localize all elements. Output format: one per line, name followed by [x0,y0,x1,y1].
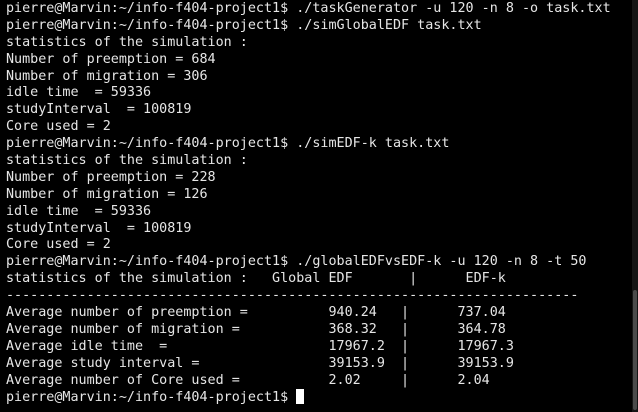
terminal-line: Number of preemption = 684 [6,51,216,67]
terminal-line: Core used = 2 [6,237,111,253]
terminal-line: Number of migration = 306 [6,68,208,84]
terminal-line: Number of migration = 126 [6,186,208,202]
terminal-line: studyInterval = 100819 [6,220,192,236]
terminal-line: idle time = 59336 [6,203,152,219]
terminal-line: Average number of Core used = 2.02 | 2.0… [6,372,490,388]
terminal-line: Average number of preemption = 940.24 | … [6,305,506,321]
terminal-line: Average number of migration = 368.32 | 3… [6,321,506,337]
terminal-line: statistics of the simulation : [6,34,248,50]
terminal-line: studyInterval = 100819 [6,102,192,118]
terminal-line: Core used = 2 [6,119,111,135]
text-cursor [296,389,305,405]
terminal-separator: ----------------------------------------… [6,288,579,304]
scrollbar-thumb[interactable] [633,290,637,410]
terminal-line: pierre@Marvin:~/info-f404-project1$ ./si… [6,17,482,33]
terminal-line: idle time = 59336 [6,85,152,101]
terminal-line: Average study interval = 39153.9 | 39153… [6,355,514,371]
terminal-line: pierre@Marvin:~/info-f404-project1$ ./si… [6,136,450,152]
terminal-window[interactable]: pierre@Marvin:~/info-f404-project1$ ./ta… [0,0,632,412]
terminal-line: Average idle time = 17967.2 | 17967.3 [6,338,514,354]
terminal-line: statistics of the simulation : Global ED… [6,271,506,287]
scrollbar[interactable] [632,0,638,412]
terminal-prompt-line[interactable]: pierre@Marvin:~/info-f404-project1$ [6,389,632,406]
terminal-line: Number of preemption = 228 [6,169,216,185]
terminal-prompt: pierre@Marvin:~/info-f404-project1$ [6,390,297,406]
terminal-line: pierre@Marvin:~/info-f404-project1$ ./ta… [6,1,611,16]
terminal-line: statistics of the simulation : [6,153,248,169]
terminal-line: pierre@Marvin:~/info-f404-project1$ ./gl… [6,254,587,270]
